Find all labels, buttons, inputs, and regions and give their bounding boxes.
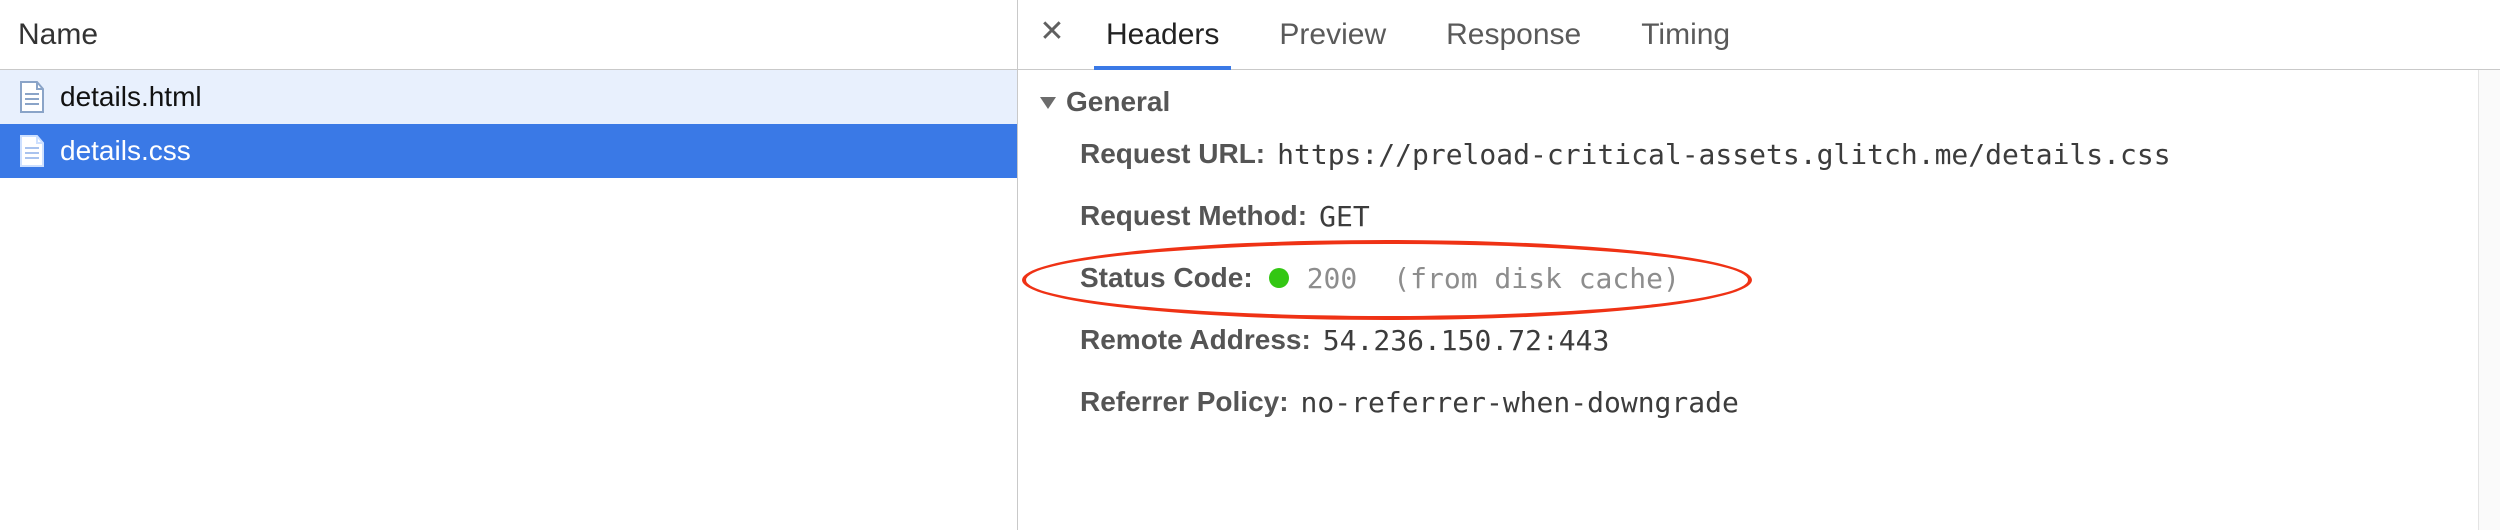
request-row-details-css[interactable]: details.css [0, 124, 1017, 178]
kv-key: Remote Address: [1080, 324, 1311, 356]
section-title-label: General [1066, 86, 1170, 118]
request-name: details.css [60, 135, 191, 167]
kv-key: Request URL: [1080, 138, 1265, 170]
request-row-details-html[interactable]: details.html [0, 70, 1017, 124]
scrollbar[interactable] [2478, 70, 2500, 530]
tab-label: Preview [1279, 18, 1386, 52]
status-code-note: (from disk cache) [1369, 262, 1680, 295]
devtools-network-panel: Name details.html [0, 0, 2500, 530]
file-icon [18, 135, 46, 167]
tab-timing[interactable]: Timing [1611, 0, 1760, 69]
kv-value: 54.236.150.72:443 [1323, 324, 1610, 357]
details-tabs-bar: ✕ Headers Preview Response Timing [1018, 0, 2500, 70]
name-column-header: Name [18, 18, 98, 52]
status-code-value: 200 [1307, 262, 1358, 295]
kv-value: GET [1319, 200, 1370, 233]
tab-label: Headers [1106, 18, 1219, 52]
tab-response[interactable]: Response [1416, 0, 1611, 69]
requests-list-pane: Name details.html [0, 0, 1018, 530]
file-icon [18, 81, 46, 113]
kv-key: Status Code: [1080, 262, 1253, 294]
request-details-pane: ✕ Headers Preview Response Timing Genera… [1018, 0, 2500, 530]
kv-remote-address: Remote Address: 54.236.150.72:443 [1080, 318, 2478, 362]
close-icon[interactable]: ✕ [1028, 0, 1076, 69]
tab-label: Response [1446, 18, 1581, 52]
kv-status-code: Status Code: 200 (from disk cache) [1080, 256, 2478, 300]
kv-key: Referrer Policy: [1080, 386, 1289, 418]
kv-request-method: Request Method: GET [1080, 194, 2478, 238]
chevron-down-icon [1040, 97, 1056, 109]
kv-key: Request Method: [1080, 200, 1307, 232]
requests-list-header[interactable]: Name [0, 0, 1017, 70]
tab-preview[interactable]: Preview [1249, 0, 1416, 69]
general-section-toggle[interactable]: General [1040, 86, 2478, 128]
status-dot-icon [1269, 268, 1289, 288]
kv-value: no-referrer-when-downgrade [1301, 386, 1739, 419]
requests-list: details.html details.css [0, 70, 1017, 530]
tab-label: Timing [1641, 18, 1730, 52]
general-kv-list: Request URL: https://preload-critical-as… [1040, 128, 2478, 424]
kv-value: https://preload-critical-assets.glitch.m… [1277, 138, 2170, 171]
kv-request-url: Request URL: https://preload-critical-as… [1080, 132, 2478, 176]
request-name: details.html [60, 81, 202, 113]
tab-headers[interactable]: Headers [1076, 0, 1249, 69]
headers-section-body: General Request URL: https://preload-cri… [1018, 70, 2500, 530]
kv-referrer-policy: Referrer Policy: no-referrer-when-downgr… [1080, 380, 2478, 424]
